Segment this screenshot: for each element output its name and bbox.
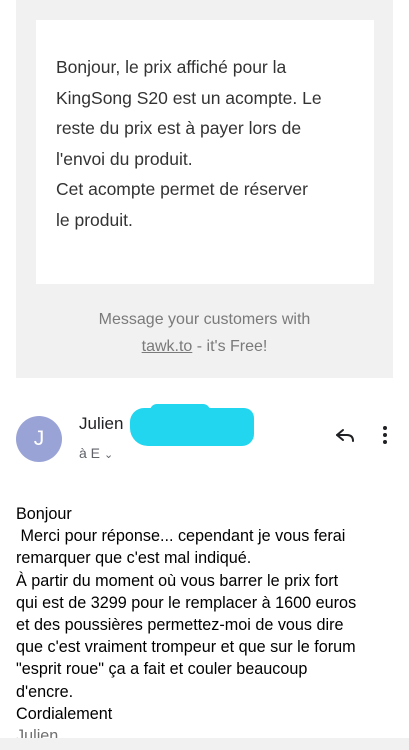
email-body: Bonjour Merci pour réponse... cependant … [16,503,401,747]
quoted-message-card: Bonjour, le prix affiché pour la KingSon… [36,20,374,284]
promo-suffix: - it's Free! [192,338,268,355]
recipient-line[interactable]: à E ⌄ [79,445,113,461]
reply-icon[interactable] [333,423,357,447]
avatar[interactable]: J [16,416,62,462]
quoted-message-panel: Bonjour, le prix affiché pour la KingSon… [16,0,393,378]
quoted-message-text: Bonjour, le prix affiché pour la KingSon… [56,57,322,230]
recipient-label: à E [79,445,101,461]
sender-name[interactable]: Julien [79,414,123,434]
promo-footer: Message your customers with tawk.to - it… [16,306,393,360]
more-vert-icon[interactable] [377,423,393,447]
email-body-text: Bonjour Merci pour réponse... cependant … [16,505,357,723]
promo-line: Message your customers with [98,311,311,328]
chevron-down-icon[interactable]: ⌄ [104,449,113,461]
bottom-bar [0,738,409,750]
redaction-mark [130,408,254,446]
promo-link[interactable]: tawk.to [142,338,193,355]
